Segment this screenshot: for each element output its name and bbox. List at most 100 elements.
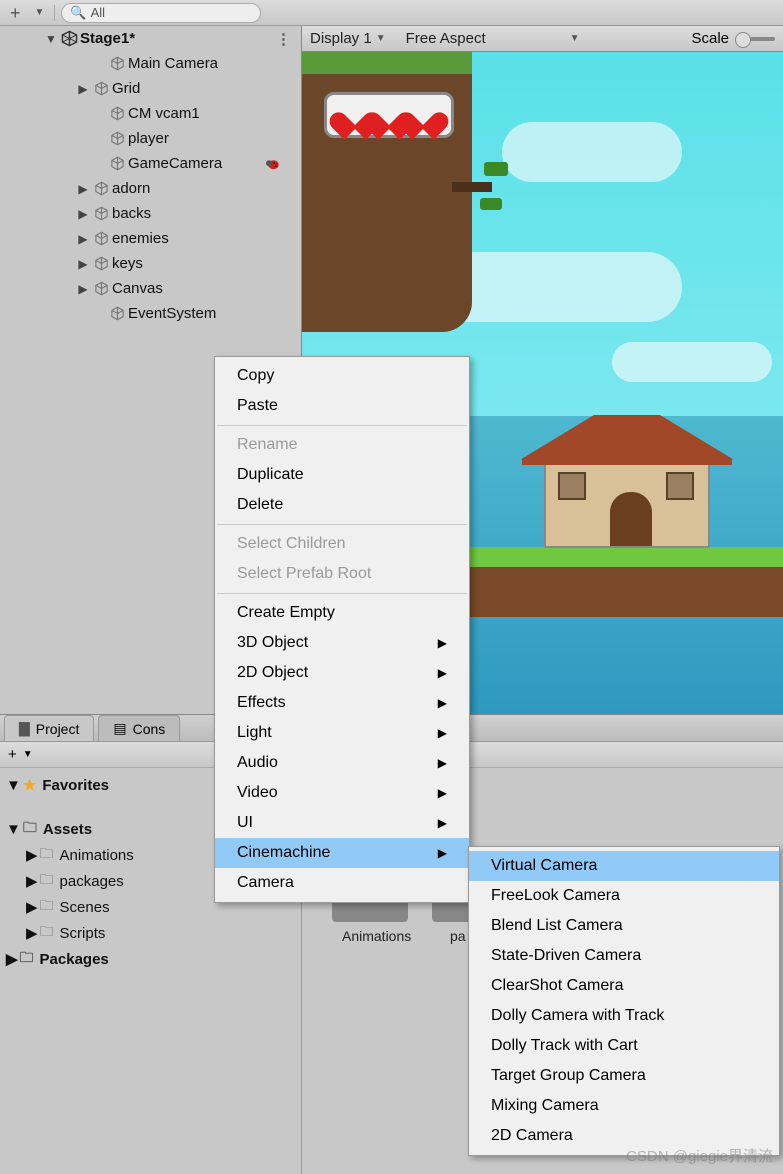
menu-separator	[217, 425, 467, 426]
chevron-right-icon[interactable]: ▶	[76, 82, 90, 96]
menu-item-delete[interactable]: Delete	[215, 490, 469, 520]
gameobject-icon	[92, 280, 110, 298]
console-icon: ▤	[113, 720, 126, 737]
packages-row[interactable]: ▶ 🗀 Packages	[0, 946, 301, 972]
project-folder-row[interactable]: ▶🗀Scripts	[0, 920, 301, 946]
menu-item-label: Camera	[237, 874, 294, 892]
menu-item-label: ClearShot Camera	[491, 977, 624, 995]
hierarchy-item[interactable]: ▶player	[0, 126, 301, 151]
chevron-down-icon[interactable]: ▼	[44, 32, 58, 46]
hierarchy-item[interactable]: ▶GameCamera	[0, 151, 301, 176]
menu-item-label: 2D Object	[237, 664, 308, 682]
chevron-right-icon[interactable]: ▶	[76, 232, 90, 246]
menu-item-label: Create Empty	[237, 604, 335, 622]
gameobject-icon	[92, 205, 110, 223]
menu-item-light[interactable]: Light▶	[215, 718, 469, 748]
menu-item-2d-object[interactable]: 2D Object ▶	[215, 658, 469, 688]
scale-slider[interactable]	[735, 37, 775, 41]
menu-item-label: Select Children	[237, 535, 346, 553]
hierarchy-item[interactable]: ▶ Grid	[0, 76, 301, 101]
create-dropdown-arrow[interactable]: ▼	[23, 749, 33, 760]
hierarchy-item-label: Main Camera	[128, 55, 218, 72]
hierarchy-item-label: CM vcam1	[128, 105, 200, 122]
menu-item-label: Select Prefab Root	[237, 565, 371, 583]
gameobject-icon	[108, 130, 126, 148]
menu-item-copy[interactable]: Copy	[215, 361, 469, 391]
chevron-right-icon[interactable]: ▶	[76, 257, 90, 271]
hierarchy-item[interactable]: ▶backs	[0, 201, 301, 226]
menu-item-effects[interactable]: Effects▶	[215, 688, 469, 718]
menu-item-3d-object[interactable]: 3D Object ▶	[215, 628, 469, 658]
menu-item-cinemachine[interactable]: Cinemachine▶	[215, 838, 469, 868]
scene-name: Stage1*	[80, 30, 135, 47]
hierarchy-search[interactable]: 🔍 All	[61, 3, 261, 23]
project-folder-label: Scenes	[60, 899, 110, 916]
chevron-right-icon[interactable]: ▶	[76, 282, 90, 296]
hierarchy-item[interactable]: ▶keys	[0, 251, 301, 276]
chevron-down-icon[interactable]: ▼	[6, 821, 21, 838]
hierarchy-item[interactable]: ▶enemies	[0, 226, 301, 251]
submenu-item-freelook-camera[interactable]: FreeLook Camera	[469, 881, 779, 911]
tab-project[interactable]: ▇ Project	[4, 715, 94, 741]
folder-icon: 🗀	[40, 869, 54, 893]
chevron-right-icon: ▶	[438, 666, 447, 680]
hierarchy-item[interactable]: ▶Main Camera	[0, 51, 301, 76]
hierarchy-item[interactable]: ▶EventSystem	[0, 301, 301, 326]
menu-item-label: Cinemachine	[237, 844, 330, 862]
hierarchy-item[interactable]: ▶Canvas	[0, 276, 301, 301]
project-folder-label: Scripts	[60, 925, 106, 942]
hierarchy-context-menu[interactable]: CopyPasteRenameDuplicateDeleteSelect Chi…	[214, 356, 470, 903]
submenu-item-state-driven-camera[interactable]: State-Driven Camera	[469, 941, 779, 971]
aspect-dropdown[interactable]: Free Aspect ▼	[406, 30, 580, 47]
menu-item-create-empty[interactable]: Create Empty	[215, 598, 469, 628]
submenu-item-dolly-camera-with-track[interactable]: Dolly Camera with Track	[469, 1001, 779, 1031]
menu-item-ui[interactable]: UI▶	[215, 808, 469, 838]
menu-item-label: 3D Object	[237, 634, 308, 652]
menu-item-camera[interactable]: Camera	[215, 868, 469, 898]
menu-separator	[217, 524, 467, 525]
scene-row[interactable]: ▼ Stage1* ⋮	[0, 26, 301, 51]
hierarchy-item-label: Grid	[112, 80, 140, 97]
menu-item-label: Duplicate	[237, 466, 304, 484]
menu-item-audio[interactable]: Audio▶	[215, 748, 469, 778]
menu-item-label: Dolly Track with Cart	[491, 1037, 638, 1055]
chevron-down-icon[interactable]: ▼	[6, 777, 21, 794]
project-folder-label: Animations	[60, 847, 134, 864]
create-dropdown-button[interactable]: +	[8, 746, 17, 763]
tab-console[interactable]: ▤ Cons	[98, 715, 180, 741]
submenu-item-mixing-camera[interactable]: Mixing Camera	[469, 1091, 779, 1121]
submenu-item-target-group-camera[interactable]: Target Group Camera	[469, 1061, 779, 1091]
scale-control[interactable]: Scale	[691, 30, 775, 47]
menu-item-duplicate[interactable]: Duplicate	[215, 460, 469, 490]
display-dropdown[interactable]: Display 1▼	[310, 30, 386, 47]
submenu-item-dolly-track-with-cart[interactable]: Dolly Track with Cart	[469, 1031, 779, 1061]
gameobject-icon	[92, 180, 110, 198]
ladybug-icon	[263, 155, 281, 173]
submenu-item-clearshot-camera[interactable]: ClearShot Camera	[469, 971, 779, 1001]
chevron-right-icon[interactable]: ▶	[76, 182, 90, 196]
submenu-item-virtual-camera[interactable]: Virtual Camera	[469, 851, 779, 881]
chevron-right-icon[interactable]: ▶	[76, 207, 90, 221]
scene-menu-button[interactable]: ⋮	[276, 30, 291, 48]
search-icon: 🔍	[70, 5, 86, 21]
chevron-right-icon: ▶	[438, 786, 447, 800]
chevron-right-icon: ▶	[438, 726, 447, 740]
hierarchy-item[interactable]: ▶ adorn	[0, 176, 301, 201]
game-house	[522, 400, 732, 548]
chevron-right-icon: ▶	[438, 756, 447, 770]
chevron-right-icon: ▶	[438, 636, 447, 650]
hierarchy-item[interactable]: ▶CM vcam1	[0, 101, 301, 126]
menu-item-paste[interactable]: Paste	[215, 391, 469, 421]
menu-item-label: UI	[237, 814, 253, 832]
menu-item-video[interactable]: Video▶	[215, 778, 469, 808]
hierarchy-item-label: adorn	[112, 180, 150, 197]
chevron-right-icon[interactable]: ▶	[26, 872, 38, 890]
chevron-right-icon[interactable]: ▶	[6, 950, 18, 968]
unity-scene-icon	[60, 30, 78, 48]
submenu-item-blend-list-camera[interactable]: Blend List Camera	[469, 911, 779, 941]
create-dropdown-button[interactable]: +	[6, 5, 25, 21]
hierarchy-item-label: EventSystem	[128, 305, 216, 322]
cinemachine-submenu[interactable]: Virtual CameraFreeLook CameraBlend List …	[468, 846, 780, 1156]
create-dropdown-arrow[interactable]: ▼	[31, 5, 49, 21]
folder-icon: 🗀	[23, 817, 37, 841]
